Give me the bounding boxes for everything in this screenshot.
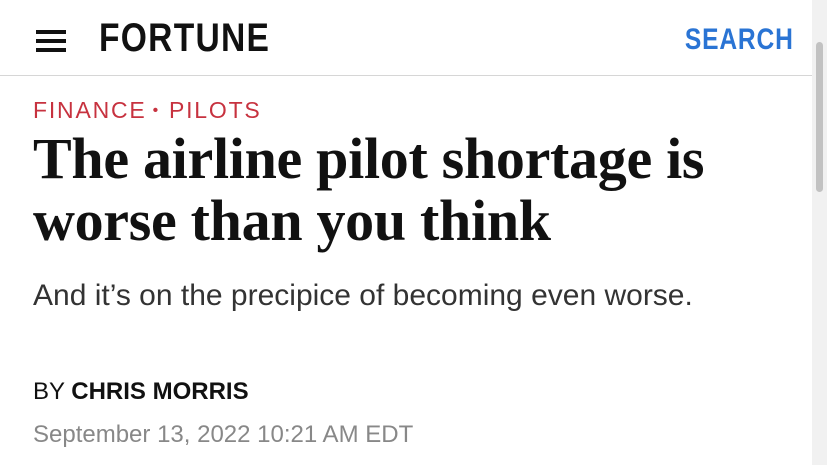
menu-bar-top	[36, 30, 66, 34]
tag-finance[interactable]: FINANCE	[33, 97, 147, 123]
article-byline: BY CHRIS MORRIS	[33, 377, 249, 407]
tag-pilots[interactable]: PILOTS	[169, 97, 262, 123]
article-headline: The airline pilot shortage is worse than…	[33, 126, 705, 253]
site-logo[interactable]: FORTUNE	[99, 14, 270, 62]
scrollbar-thumb[interactable]	[816, 42, 823, 192]
menu-bar-middle	[36, 39, 66, 43]
author-link[interactable]: CHRIS MORRIS	[71, 378, 248, 405]
byline-prefix: BY	[33, 378, 65, 405]
article-tags: FINANCE • PILOTS	[33, 96, 262, 125]
article-subheadline: And it’s on the precipice of becoming ev…	[33, 279, 693, 312]
tag-separator: •	[152, 102, 160, 119]
hamburger-menu-icon[interactable]	[36, 30, 66, 52]
article-timestamp: September 13, 2022 10:21 AM EDT	[33, 421, 414, 448]
site-header: FORTUNE SEARCH	[0, 0, 812, 76]
search-button[interactable]: SEARCH	[685, 22, 794, 58]
menu-bar-bottom	[36, 48, 66, 52]
vertical-scrollbar[interactable]	[812, 0, 827, 465]
